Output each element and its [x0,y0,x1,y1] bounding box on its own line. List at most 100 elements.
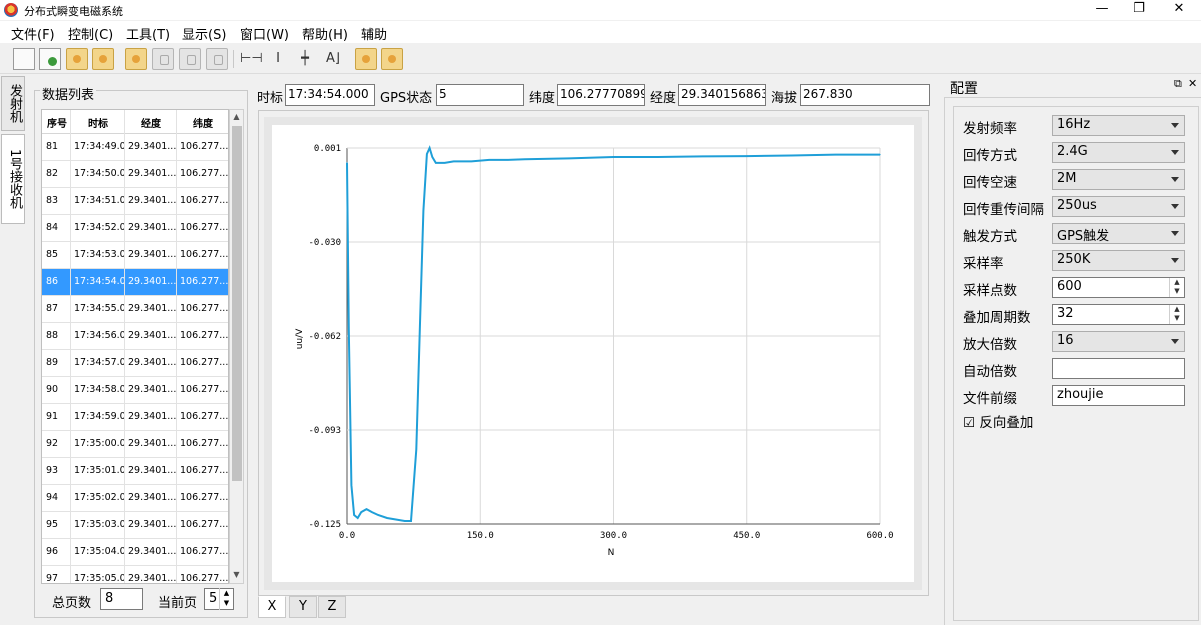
data-point [410,520,412,522]
checkbox-checked-icon[interactable]: ☑ [963,415,975,431]
column-header-index[interactable]: 序号 [44,115,70,130]
tab-z[interactable]: Z [318,596,346,618]
cell-index: 83 [46,195,59,206]
cell-time: 17:34:49.0 [74,141,124,152]
chevron-down-icon[interactable] [1171,177,1179,182]
menu-tools[interactable]: 工具(T) [126,24,170,43]
page-stepper-arrows[interactable]: ▲ ▼ [219,588,233,610]
tab-x[interactable]: X [258,596,286,618]
stepper-arrows[interactable]: ▲ ▼ [1169,278,1184,297]
cell-index: 90 [46,384,59,395]
config-value: 2M [1057,171,1077,186]
total-pages-field[interactable]: 8 [100,588,143,610]
data-point [395,518,397,521]
menu-control[interactable]: 控制(C) [68,24,113,43]
cell-latitude: 106.277... [180,276,228,287]
config-select[interactable]: GPS触发 [1052,223,1185,244]
chevron-down-icon[interactable] [1171,204,1179,209]
data-point [431,156,433,158]
float-panel-icon[interactable]: ⧉ [1174,77,1182,91]
cell-index: 94 [46,492,59,503]
config-select[interactable]: 16Hz [1052,115,1185,136]
record-icon[interactable] [179,48,201,70]
reverse-stack-checkbox[interactable]: ☑ 反向叠加 [963,411,1033,431]
stepper-arrows[interactable]: ▲ ▼ [1169,305,1184,324]
horizontal-measure-icon[interactable]: ⊢⊣ [240,49,263,69]
cell-latitude: 106.277... [180,438,228,449]
chart-icon[interactable] [381,48,403,70]
menu-file[interactable]: 文件(F) [11,24,55,43]
config-select[interactable]: 250us [1052,196,1185,217]
time-field[interactable]: 17:34:54.000 [285,84,375,106]
open-folder-icon[interactable] [66,48,88,70]
cell-index: 86 [46,276,59,287]
cell-time: 17:34:53.0 [74,249,124,260]
cell-latitude: 106.277... [180,519,228,530]
cell-time: 17:35:04.0 [74,546,124,557]
close-panel-icon[interactable]: ✕ [1188,77,1197,90]
settings-icon[interactable] [206,48,228,70]
data-point [444,162,446,164]
latitude-field[interactable]: 106.277708995 [557,84,645,106]
tab-receiver-1[interactable]: 1号接收机 [1,134,25,224]
data-point [879,154,881,156]
tab-transmitter[interactable]: 发射机 [1,76,25,131]
vertical-measure-icon[interactable]: Ⅰ [267,49,289,69]
folder-icon[interactable] [92,48,114,70]
config-select[interactable]: 250K [1052,250,1185,271]
scrollbar-thumb[interactable] [232,126,242,481]
tab-y[interactable]: Y [289,596,317,618]
config-label: 放大倍数 [963,337,1017,353]
chevron-down-icon[interactable] [1171,231,1179,236]
config-input[interactable]: zhoujie [1052,385,1185,406]
cell-index: 95 [46,519,59,530]
scroll-up-icon[interactable]: ▲ [230,112,243,121]
play-icon[interactable] [152,48,174,70]
text-a-icon[interactable]: A⌋ [322,49,344,69]
table-scrollbar[interactable]: ▲ ▼ [229,109,244,584]
bulb-icon[interactable] [355,48,377,70]
chevron-down-icon[interactable] [1171,150,1179,155]
scroll-down-icon[interactable]: ▼ [230,570,243,579]
waveform-chart[interactable]: 0.0 150.0 300.0 450.0 600.0 0.001 -0.030 -0.062… [264,117,922,590]
config-label: 自动倍数 [963,364,1017,380]
config-input[interactable] [1052,358,1185,379]
chevron-down-icon[interactable] [1171,339,1179,344]
crosshair-icon[interactable]: ┿ [294,49,316,69]
chevron-down-icon[interactable] [1171,258,1179,263]
altitude-field[interactable]: 267.830 [800,84,930,106]
longitude-field[interactable]: 29.340156863 [678,84,766,106]
config-select[interactable]: 2M [1052,169,1185,190]
cell-index: 91 [46,411,59,422]
menu-view[interactable]: 显示(S) [182,24,226,43]
data-point [435,162,437,164]
gps-status-field[interactable]: 5 [436,84,524,106]
config-value: 250us [1057,198,1097,213]
add-icon[interactable] [39,48,61,70]
column-header-longitude[interactable]: 经度 [126,115,176,130]
config-label: 发射频率 [963,121,1017,137]
y-axis-label: uu/V [295,328,305,349]
close-button[interactable]: ✕ [1156,0,1201,20]
config-select[interactable]: 16 [1052,331,1185,352]
config-label: 叠加周期数 [963,310,1031,326]
cell-time: 17:35:05.0 [74,573,124,584]
cell-time: 17:34:55.0 [74,303,124,314]
new-doc-icon[interactable] [13,48,35,70]
column-header-latitude[interactable]: 纬度 [178,115,228,130]
cell-index: 87 [46,303,59,314]
config-stepper[interactable]: 600 [1052,277,1185,298]
cell-longitude: 29.3401... [128,546,176,557]
menu-help[interactable]: 帮助(H) [302,24,348,43]
cell-time: 17:34:57.0 [74,357,124,368]
chevron-down-icon[interactable] [1171,123,1179,128]
column-header-time[interactable]: 时标 [72,115,124,130]
config-select[interactable]: 2.4G [1052,142,1185,163]
menu-window[interactable]: 窗口(W) [240,24,289,43]
app-logo-icon [4,3,18,17]
data-point [357,517,359,519]
menu-assist[interactable]: 辅助 [361,24,387,43]
search-icon[interactable] [125,48,147,70]
cell-latitude: 106.277... [180,141,228,152]
config-stepper[interactable]: 32 [1052,304,1185,325]
